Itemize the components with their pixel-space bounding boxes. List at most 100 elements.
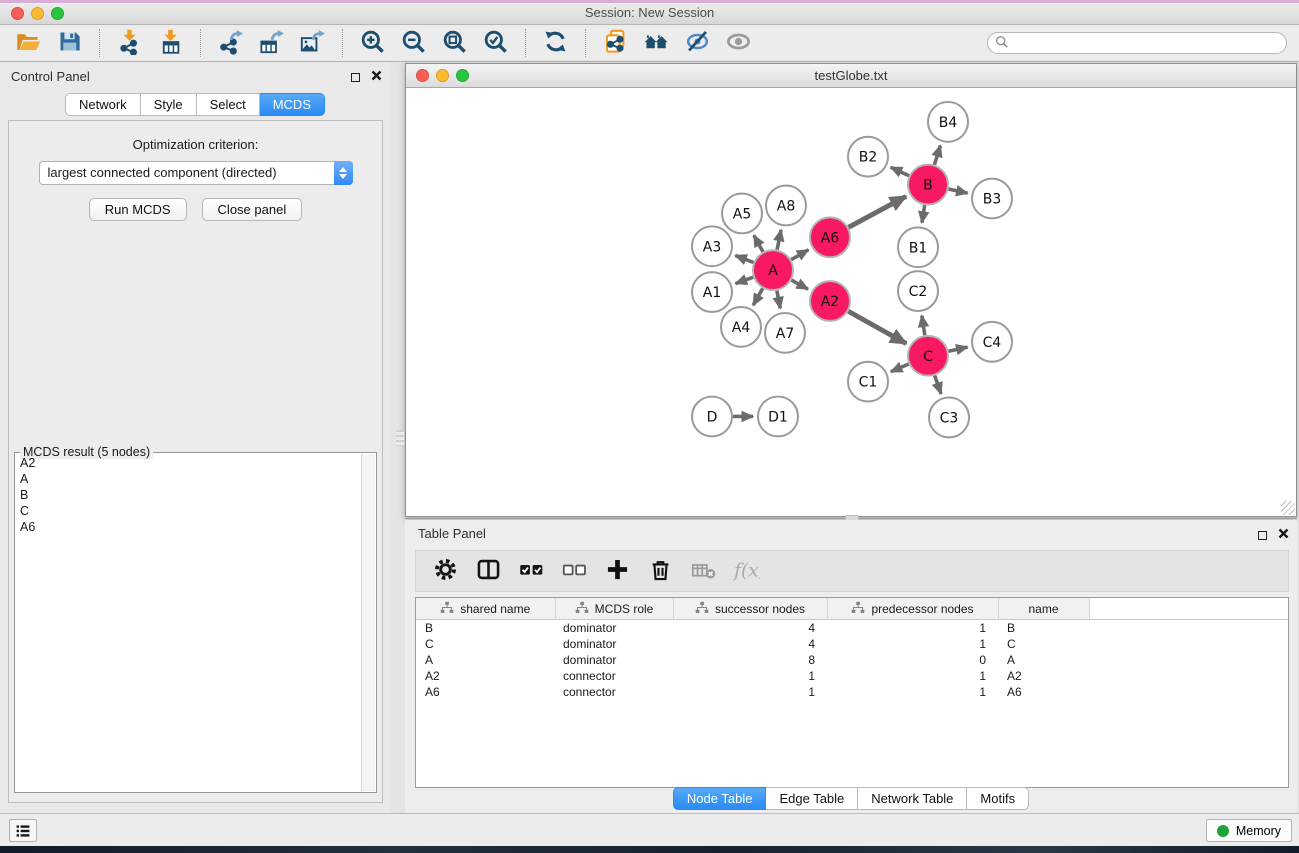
graph-edge[interactable] <box>754 235 763 252</box>
table-row[interactable]: A2connector11A2 <box>416 668 1288 684</box>
unselect-all-button[interactable] <box>559 556 589 586</box>
table-row[interactable]: Adominator80A <box>416 652 1288 668</box>
mcds-result-item[interactable]: A6 <box>18 519 360 535</box>
graph-edge[interactable] <box>791 250 808 260</box>
graph-edge[interactable] <box>891 364 909 372</box>
export-image-button[interactable] <box>292 27 333 60</box>
mcds-result-item[interactable]: C <box>18 503 360 519</box>
float-table-panel-icon[interactable] <box>1258 531 1267 540</box>
column-header-predecessor-nodes[interactable]: predecessor nodes <box>827 598 998 620</box>
zoom-selected-button[interactable] <box>475 27 516 60</box>
tab-edge-table[interactable]: Edge Table <box>766 787 858 810</box>
resize-grip-icon[interactable] <box>1281 501 1295 515</box>
graph-edge[interactable] <box>848 311 906 343</box>
table-cell[interactable]: connector <box>555 684 673 700</box>
show-hide-details-button[interactable] <box>677 27 718 60</box>
tab-node-table[interactable]: Node Table <box>673 787 767 810</box>
graph-edge[interactable] <box>777 230 781 250</box>
network-from-selection-button[interactable] <box>595 27 636 60</box>
graph-edge[interactable] <box>736 277 754 283</box>
table-cell[interactable]: 1 <box>673 684 827 700</box>
table-cell[interactable]: dominator <box>555 620 673 637</box>
mcds-result-item[interactable]: A <box>18 471 360 487</box>
table-row[interactable]: Bdominator41B <box>416 620 1288 637</box>
table-cell[interactable]: 1 <box>827 636 998 652</box>
table-cell[interactable]: dominator <box>555 652 673 668</box>
tab-network-table[interactable]: Network Table <box>858 787 967 810</box>
import-table-from-file-button[interactable] <box>150 27 191 60</box>
create-column-button[interactable] <box>602 556 632 586</box>
graph-edge[interactable] <box>935 376 941 394</box>
table-cell[interactable]: C <box>416 636 555 652</box>
import-network-from-file-button[interactable] <box>109 27 150 60</box>
search-input[interactable] <box>987 32 1287 54</box>
graph-edge[interactable] <box>934 146 940 165</box>
table-cell[interactable]: dominator <box>555 636 673 652</box>
table-row[interactable]: A6connector11A6 <box>416 684 1288 700</box>
zoom-fit-button[interactable] <box>434 27 475 60</box>
open-session-button[interactable] <box>8 27 49 60</box>
float-panel-icon[interactable] <box>351 73 360 82</box>
table-cell[interactable]: 1 <box>673 668 827 684</box>
close-panel-button[interactable]: Close panel <box>202 198 303 221</box>
run-mcds-button[interactable]: Run MCDS <box>89 198 187 221</box>
graph-edge[interactable] <box>949 347 968 351</box>
apply-refresh-button[interactable] <box>535 27 576 60</box>
table-cell[interactable]: connector <box>555 668 673 684</box>
graph-edge[interactable] <box>753 288 763 305</box>
zoom-in-button[interactable] <box>352 27 393 60</box>
tab-style[interactable]: Style <box>141 93 197 116</box>
table-settings-button[interactable] <box>430 556 460 586</box>
table-cell[interactable]: 0 <box>827 652 998 668</box>
column-header-shared-name[interactable]: shared name <box>416 598 555 620</box>
export-table-button[interactable] <box>251 27 292 60</box>
tab-network[interactable]: Network <box>65 93 141 116</box>
result-scrollbar[interactable] <box>361 454 375 791</box>
table-cell[interactable]: A2 <box>416 668 555 684</box>
table-cell[interactable]: B <box>998 620 1089 637</box>
app-titlebar[interactable]: Session: New Session <box>0 3 1299 25</box>
table-cell[interactable]: B <box>416 620 555 637</box>
column-header-successor-nodes[interactable]: successor nodes <box>673 598 827 620</box>
optimization-select[interactable]: largest connected component (directed) <box>39 161 353 185</box>
save-session-button[interactable] <box>49 27 90 60</box>
table-cell[interactable]: A6 <box>416 684 555 700</box>
vertical-splitter-handle[interactable] <box>396 430 404 446</box>
table-cell[interactable]: A2 <box>998 668 1089 684</box>
zoom-out-button[interactable] <box>393 27 434 60</box>
graph-edge[interactable] <box>791 280 808 289</box>
network-window-titlebar[interactable]: testGlobe.txt <box>406 64 1296 88</box>
export-network-button[interactable] <box>210 27 251 60</box>
mcds-result-item[interactable]: A2 <box>18 455 360 471</box>
table-cell[interactable]: 1 <box>827 684 998 700</box>
show-column-button[interactable] <box>473 556 503 586</box>
mcds-result-item[interactable]: B <box>18 487 360 503</box>
table-row[interactable]: Cdominator41C <box>416 636 1288 652</box>
table-cell[interactable]: 1 <box>827 668 998 684</box>
task-history-button[interactable] <box>9 819 37 842</box>
graph-edge[interactable] <box>891 167 909 175</box>
table-cell[interactable]: A <box>998 652 1089 668</box>
graph-edge[interactable] <box>735 255 753 262</box>
graph-edge[interactable] <box>922 205 925 223</box>
table-cell[interactable]: 8 <box>673 652 827 668</box>
column-header-MCDS-role[interactable]: MCDS role <box>555 598 673 620</box>
graph-edge[interactable] <box>849 196 907 227</box>
tab-select[interactable]: Select <box>197 93 260 116</box>
table-cell[interactable]: 1 <box>827 620 998 637</box>
tab-motifs[interactable]: Motifs <box>967 787 1029 810</box>
table-cell[interactable]: 4 <box>673 620 827 637</box>
network-canvas[interactable]: B4B2BB3A8A5A6A3B1AC2A1A2A4A7C4CC1C3DD1 <box>406 88 1296 516</box>
close-panel-icon[interactable] <box>371 68 382 86</box>
graph-edge[interactable] <box>922 316 925 335</box>
close-table-panel-icon[interactable] <box>1278 526 1289 544</box>
graph-edge[interactable] <box>949 189 968 193</box>
table-cell[interactable]: A <box>416 652 555 668</box>
column-header-name[interactable]: name <box>998 598 1089 620</box>
home-button[interactable] <box>636 27 677 60</box>
table-cell[interactable]: A6 <box>998 684 1089 700</box>
table-cell[interactable]: C <box>998 636 1089 652</box>
table-cell[interactable]: 4 <box>673 636 827 652</box>
graph-edge[interactable] <box>777 291 780 309</box>
delete-column-button[interactable] <box>645 556 675 586</box>
